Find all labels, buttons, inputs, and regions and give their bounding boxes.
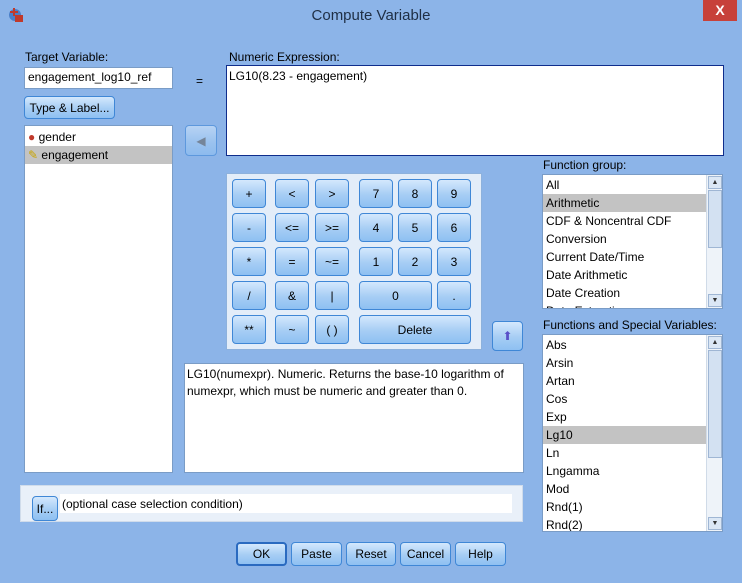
scroll-up-icon[interactable]: ▲ xyxy=(708,176,722,189)
function-group-item[interactable]: Current Date/Time xyxy=(543,248,706,266)
variable-item-engagement[interactable]: ✎ engagement xyxy=(25,146,172,164)
variable-list[interactable]: ● gender ✎ engagement xyxy=(24,125,173,473)
functions-item[interactable]: Artan xyxy=(543,372,706,390)
function-group-item[interactable]: Date Extraction xyxy=(543,302,706,308)
keypad-key[interactable]: ~= xyxy=(315,247,349,276)
keypad-key[interactable]: 9 xyxy=(437,179,471,208)
keypad-key[interactable]: ( ) xyxy=(315,315,349,344)
type-label-button[interactable]: Type & Label... xyxy=(24,96,115,119)
scroll-thumb[interactable] xyxy=(708,190,722,248)
arrow-left-icon: ◀ xyxy=(196,133,206,148)
functions-item[interactable]: Exp xyxy=(543,408,706,426)
function-group-item[interactable]: Conversion xyxy=(543,230,706,248)
keypad-key[interactable]: + xyxy=(232,179,266,208)
keypad-key[interactable]: * xyxy=(232,247,266,276)
functions-item[interactable]: Lngamma xyxy=(543,462,706,480)
if-condition-text: (optional case selection condition) xyxy=(60,494,512,513)
keypad-key[interactable]: 6 xyxy=(437,213,471,242)
function-group-label: Function group: xyxy=(543,158,627,172)
keypad-key[interactable]: Delete xyxy=(359,315,471,344)
keypad-key[interactable]: = xyxy=(275,247,309,276)
functions-item[interactable]: Cos xyxy=(543,390,706,408)
keypad-key[interactable]: 1 xyxy=(359,247,393,276)
scroll-down-icon[interactable]: ▼ xyxy=(708,294,722,307)
cancel-button[interactable]: Cancel xyxy=(400,542,451,566)
keypad-key[interactable]: & xyxy=(275,281,309,310)
keypad-key[interactable]: 7 xyxy=(359,179,393,208)
target-variable-input[interactable]: engagement_log10_ref xyxy=(24,67,173,89)
variable-item-gender[interactable]: ● gender xyxy=(25,128,172,146)
target-variable-label: Target Variable: xyxy=(25,50,109,64)
functions-item[interactable]: Ln xyxy=(543,444,706,462)
functions-item[interactable]: Rnd(2) xyxy=(543,516,706,531)
keypad-key[interactable]: 4 xyxy=(359,213,393,242)
scroll-down-icon[interactable]: ▼ xyxy=(708,517,722,530)
function-description: LG10(numexpr). Numeric. Returns the base… xyxy=(184,363,524,473)
scroll-up-icon[interactable]: ▲ xyxy=(708,336,722,349)
arrow-up-icon: ⬆ xyxy=(502,329,513,343)
close-button[interactable]: X xyxy=(703,0,737,21)
nominal-icon: ● xyxy=(28,130,36,144)
functions-item[interactable]: Abs xyxy=(543,336,706,354)
keypad-key[interactable]: ~ xyxy=(275,315,309,344)
keypad-key[interactable]: <= xyxy=(275,213,309,242)
keypad-key[interactable]: - xyxy=(232,213,266,242)
keypad-key[interactable]: > xyxy=(315,179,349,208)
insert-function-up-button[interactable]: ⬆ xyxy=(492,321,523,351)
functions-scrollbar[interactable]: ▲ ▼ xyxy=(706,335,722,531)
keypad-key[interactable]: < xyxy=(275,179,309,208)
numeric-expression-input[interactable]: LG10(8.23 - engagement) xyxy=(226,65,724,156)
ok-button[interactable]: OK xyxy=(236,542,287,566)
function-group-item[interactable]: Arithmetic xyxy=(543,194,706,212)
functions-list[interactable]: Abs Arsin Artan Cos Exp Lg10 Ln Lngamma Mod Rnd(1… xyxy=(542,334,723,532)
keypad-key[interactable]: 5 xyxy=(398,213,432,242)
functions-item[interactable]: Arsin xyxy=(543,354,706,372)
function-group-item[interactable]: All xyxy=(543,176,706,194)
paste-button[interactable]: Paste xyxy=(291,542,342,566)
function-group-scrollbar[interactable]: ▲ ▼ xyxy=(706,175,722,308)
reset-button[interactable]: Reset xyxy=(346,542,396,566)
equals-sign: = xyxy=(196,74,204,88)
scroll-thumb[interactable] xyxy=(708,350,722,458)
help-button[interactable]: Help xyxy=(455,542,506,566)
keypad-key[interactable]: 2 xyxy=(398,247,432,276)
keypad-key[interactable]: 8 xyxy=(398,179,432,208)
keypad-key[interactable]: ** xyxy=(232,315,266,344)
keypad-key[interactable]: | xyxy=(315,281,349,310)
function-group-item[interactable]: Date Creation xyxy=(543,284,706,302)
functions-item[interactable]: Lg10 xyxy=(543,426,706,444)
keypad-key[interactable]: . xyxy=(437,281,471,310)
function-group-item[interactable]: Date Arithmetic xyxy=(543,266,706,284)
keypad-key[interactable]: 3 xyxy=(437,247,471,276)
function-group-list[interactable]: All Arithmetic CDF & Noncentral CDF Convers… xyxy=(542,174,723,309)
functions-item[interactable]: Rnd(1) xyxy=(543,498,706,516)
function-group-item[interactable]: CDF & Noncentral CDF xyxy=(543,212,706,230)
keypad-key[interactable]: 0 xyxy=(359,281,432,310)
window-title: Compute Variable xyxy=(311,7,431,24)
if-button[interactable]: If... xyxy=(32,496,58,521)
functions-item[interactable]: Mod xyxy=(543,480,706,498)
functions-label: Functions and Special Variables: xyxy=(543,318,717,332)
scale-ruler-icon: ✎ xyxy=(28,148,39,162)
move-variable-arrow-button[interactable]: ◀ xyxy=(185,125,217,156)
keypad-key[interactable]: / xyxy=(232,281,266,310)
numeric-expression-label: Numeric Expression: xyxy=(229,50,340,64)
compute-variable-dialog: Compute Variable X Target Variable: enga… xyxy=(0,0,742,583)
keypad-key[interactable]: >= xyxy=(315,213,349,242)
